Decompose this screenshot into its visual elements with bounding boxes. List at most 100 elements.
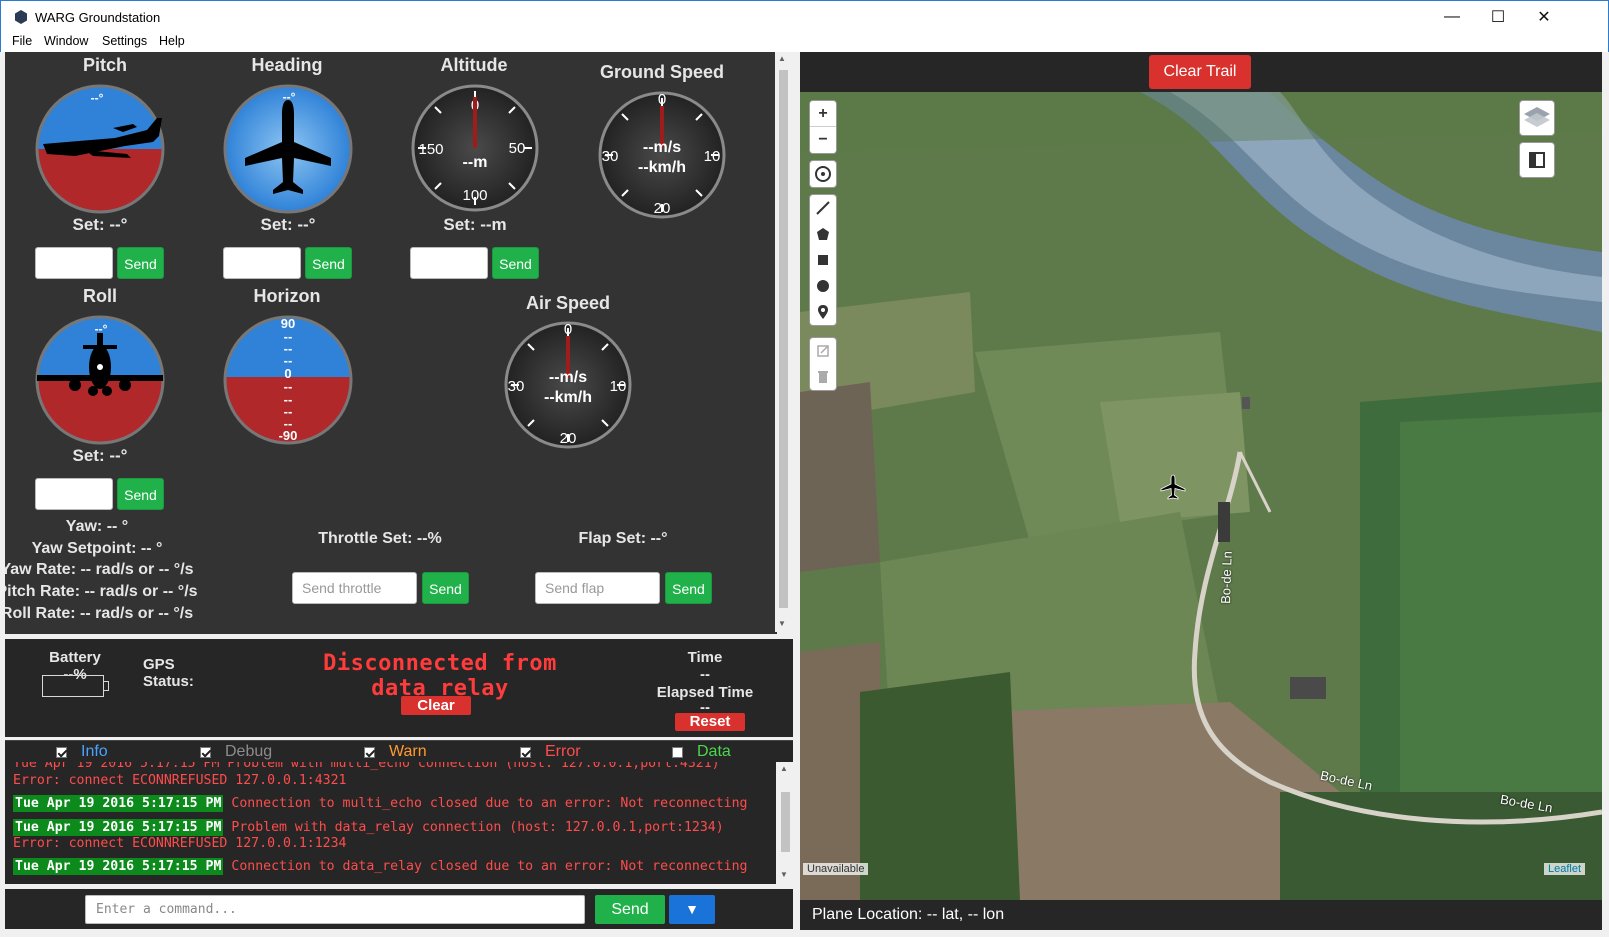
zoom-control: + − [809, 100, 837, 154]
heading-send-button[interactable]: Send [305, 247, 352, 279]
filter-data-checkbox[interactable] [672, 746, 683, 758]
filter-debug[interactable]: Debug [200, 743, 272, 761]
air-speed-tick-10: 10 [610, 378, 627, 395]
log-output: Tue Apr 19 2016 5:17:15 PM Problem with … [5, 762, 776, 884]
reset-button[interactable]: Reset [675, 713, 745, 731]
window-title: WARG Groundstation [35, 10, 161, 25]
log-line-partial: Tue Apr 19 2016 5:17:15 PM Problem with … [13, 762, 720, 771]
minimize-button[interactable]: — [1429, 1, 1475, 33]
menu-file[interactable]: File [12, 34, 32, 48]
layers-control[interactable] [1519, 100, 1555, 136]
roll-readout: --° [95, 322, 108, 336]
filter-info[interactable]: Info [56, 743, 108, 761]
air-speed-tick-20: 20 [560, 430, 577, 447]
instrument-scrollbar[interactable]: ▲ ▼ [775, 52, 791, 632]
pitch-title: Pitch [82, 55, 127, 75]
air-speed-title: Air Speed [525, 293, 611, 313]
ground-speed-ms: --m/s [643, 139, 681, 156]
throttle-send-button[interactable]: Send [422, 572, 469, 604]
roll-input[interactable] [35, 478, 113, 510]
air-speed-tick-0: 0 [564, 321, 572, 338]
log-scroll-up-icon[interactable]: ▲ [780, 764, 788, 773]
leaflet-attribution[interactable]: Leaflet [1544, 863, 1586, 875]
zoom-in-button[interactable]: + [810, 101, 836, 127]
filter-error[interactable]: Error [520, 743, 581, 761]
map-view[interactable]: + − Bo-de Ln Bo-de Ln Bo-de Ln Unavailab… [800, 92, 1602, 900]
flap-input[interactable]: Send flap [535, 572, 660, 604]
zoom-out-button[interactable]: − [810, 127, 836, 153]
air-speed-gauge: 0 10 20 30 --m/s --km/h [504, 321, 632, 449]
menu-settings[interactable]: Settings [102, 34, 147, 48]
altitude-tick-150: 150 [418, 141, 443, 158]
layers-icon [1524, 107, 1550, 127]
delete-layers-icon[interactable] [810, 364, 836, 390]
yaw-text: Yaw: -- ° [65, 518, 129, 535]
horizon-gauge: 90 -- -- -- 0 -- -- -- -- -90 [223, 315, 353, 445]
edit-layers-icon[interactable] [810, 338, 836, 364]
pitch-send-button[interactable]: Send [117, 247, 164, 279]
gps-label: GPS [143, 656, 175, 673]
pitch-readout: --° [91, 91, 104, 105]
tile-unavailable-label: Unavailable [803, 863, 869, 875]
map-header: Clear Trail [800, 52, 1602, 92]
heading-set: Set: --° [260, 215, 316, 234]
menu-help[interactable]: Help [159, 34, 185, 48]
heading-input[interactable] [223, 247, 301, 279]
draw-polyline-icon[interactable] [810, 195, 836, 221]
altitude-title: Altitude [440, 55, 508, 75]
log-scroll-down-icon[interactable]: ▼ [780, 870, 788, 879]
maximize-button[interactable]: ☐ [1475, 1, 1521, 33]
log-scrollbar[interactable]: ▲ ▼ [777, 762, 793, 884]
filter-info-checkbox[interactable] [56, 746, 67, 758]
throttle-input[interactable]: Send throttle [292, 572, 417, 604]
draw-marker-icon[interactable] [810, 299, 836, 325]
ground-speed-gauge: 0 10 20 30 --m/s --km/h [598, 91, 726, 219]
fullscreen-control[interactable] [1519, 142, 1555, 178]
fullscreen-icon [1529, 152, 1545, 168]
ground-speed-tick-0: 0 [658, 91, 666, 108]
roll-rate-text: Roll Rate: -- rad/s or -- °/s [5, 605, 194, 622]
draw-rectangle-icon[interactable] [810, 247, 836, 273]
plane-marker-icon[interactable] [1159, 473, 1187, 501]
altitude-send-button[interactable]: Send [492, 247, 539, 279]
instrument-scroll-thumb[interactable] [779, 70, 788, 608]
pitch-gauge: --° [35, 84, 165, 214]
filter-debug-label: Debug [225, 743, 273, 760]
draw-circle-icon[interactable] [810, 273, 836, 299]
filter-error-checkbox[interactable] [520, 746, 531, 758]
menu-window[interactable]: Window [44, 34, 88, 48]
edit-toolbar [809, 337, 837, 391]
command-send-button[interactable]: Send [595, 895, 665, 924]
satellite-imagery [800, 92, 1602, 900]
roll-set: Set: --° [72, 446, 128, 465]
pitch-input[interactable] [35, 247, 113, 279]
close-button[interactable]: ✕ [1521, 1, 1567, 33]
menu-bar: File Window Settings Help [0, 32, 1609, 52]
time-value: -- [700, 666, 710, 683]
yaw-rate-text: Yaw Rate: -- rad/s or -- °/s [5, 561, 194, 578]
filter-warn[interactable]: Warn [364, 743, 427, 761]
roll-send-button[interactable]: Send [117, 478, 164, 510]
filter-data[interactable]: Data [672, 743, 731, 761]
altitude-input[interactable] [410, 247, 488, 279]
scroll-up-icon[interactable]: ▲ [778, 54, 786, 63]
clear-status-button[interactable]: Clear [401, 696, 471, 715]
log-scroll-thumb[interactable] [781, 792, 790, 852]
locate-icon[interactable] [810, 161, 836, 187]
filter-debug-checkbox[interactable] [200, 746, 211, 758]
map-footer: Plane Location: -- lat, -- lon [800, 900, 1602, 930]
flap-send-button[interactable]: Send [665, 572, 712, 604]
clear-trail-button[interactable]: Clear Trail [1149, 55, 1251, 89]
gps-status: Status: [143, 673, 194, 690]
scroll-down-icon[interactable]: ▼ [778, 619, 786, 628]
roll-title: Roll [83, 286, 117, 306]
draw-polygon-icon[interactable] [810, 221, 836, 247]
command-dropdown-button[interactable]: ▼ [669, 895, 715, 924]
horizon-title: Horizon [253, 286, 321, 306]
altitude-tick-100: 100 [462, 187, 487, 204]
filter-warn-checkbox[interactable] [364, 746, 375, 758]
log-line: Error: connect ECONNREFUSED 127.0.0.1:43… [13, 773, 347, 788]
road-label-vertical: Bo-de Ln [1217, 550, 1235, 605]
heading-title: Heading [251, 55, 323, 75]
command-input[interactable]: Enter a command... [85, 895, 585, 924]
